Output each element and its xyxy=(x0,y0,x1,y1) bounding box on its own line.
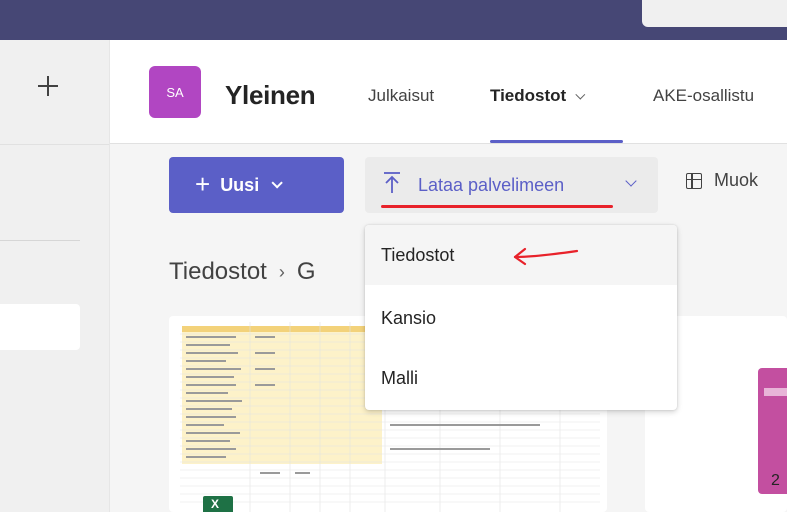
chevron-down-icon xyxy=(271,177,283,189)
annotation-underline xyxy=(381,205,613,208)
breadcrumb-root[interactable]: Tiedostot xyxy=(169,258,267,286)
upload-button-label: Lataa palvelimeen xyxy=(418,175,565,195)
left-pane-divider xyxy=(0,240,80,241)
team-avatar[interactable]: SA xyxy=(149,66,201,118)
add-icon[interactable] xyxy=(36,74,60,98)
tab-posts[interactable]: Julkaisut xyxy=(368,86,434,106)
edit-grid-label: Muok xyxy=(714,170,759,190)
menu-item-label: Malli xyxy=(381,367,419,388)
file-card-label: 2 xyxy=(771,472,780,489)
upload-icon xyxy=(384,172,400,193)
channel-title: Yleinen xyxy=(225,80,316,110)
chevron-down-icon xyxy=(625,175,637,187)
new-button-label: Uusi xyxy=(220,174,260,195)
folder-icon-highlight xyxy=(764,388,787,396)
tab-files[interactable]: Tiedostot xyxy=(490,86,586,106)
title-bar xyxy=(0,0,787,40)
table-icon xyxy=(686,172,702,189)
tab-label: AKE-osallistu xyxy=(653,86,755,105)
plus-icon: + xyxy=(195,168,211,199)
left-pane-divider xyxy=(0,144,109,145)
menu-item-upload-folder[interactable]: Kansio xyxy=(365,288,677,348)
chevron-right-icon: › xyxy=(278,261,285,282)
red-arrow-icon xyxy=(513,247,579,266)
excel-icon xyxy=(203,496,233,512)
edit-grid-button[interactable]: Muok xyxy=(686,170,758,191)
channel-header: SA Yleinen Julkaisut Tiedostot AKE-osall… xyxy=(110,40,787,144)
breadcrumb-current[interactable]: G xyxy=(297,258,316,286)
chevron-down-icon xyxy=(575,89,586,100)
menu-item-label: Kansio xyxy=(381,307,437,328)
left-pane-item[interactable] xyxy=(0,304,80,350)
menu-item-label: Tiedostot xyxy=(381,244,455,265)
active-tab-indicator xyxy=(490,140,623,143)
breadcrumb: Tiedostot › G xyxy=(169,258,316,286)
tab-label: Tiedostot xyxy=(490,86,567,105)
tab-label: Julkaisut xyxy=(368,86,435,105)
new-button[interactable]: + Uusi xyxy=(169,157,344,213)
search-box[interactable] xyxy=(642,0,787,27)
tab-ake[interactable]: AKE-osallistu xyxy=(653,86,754,106)
menu-item-upload-template[interactable]: Malli xyxy=(365,348,677,408)
teams-left-pane xyxy=(0,40,109,512)
